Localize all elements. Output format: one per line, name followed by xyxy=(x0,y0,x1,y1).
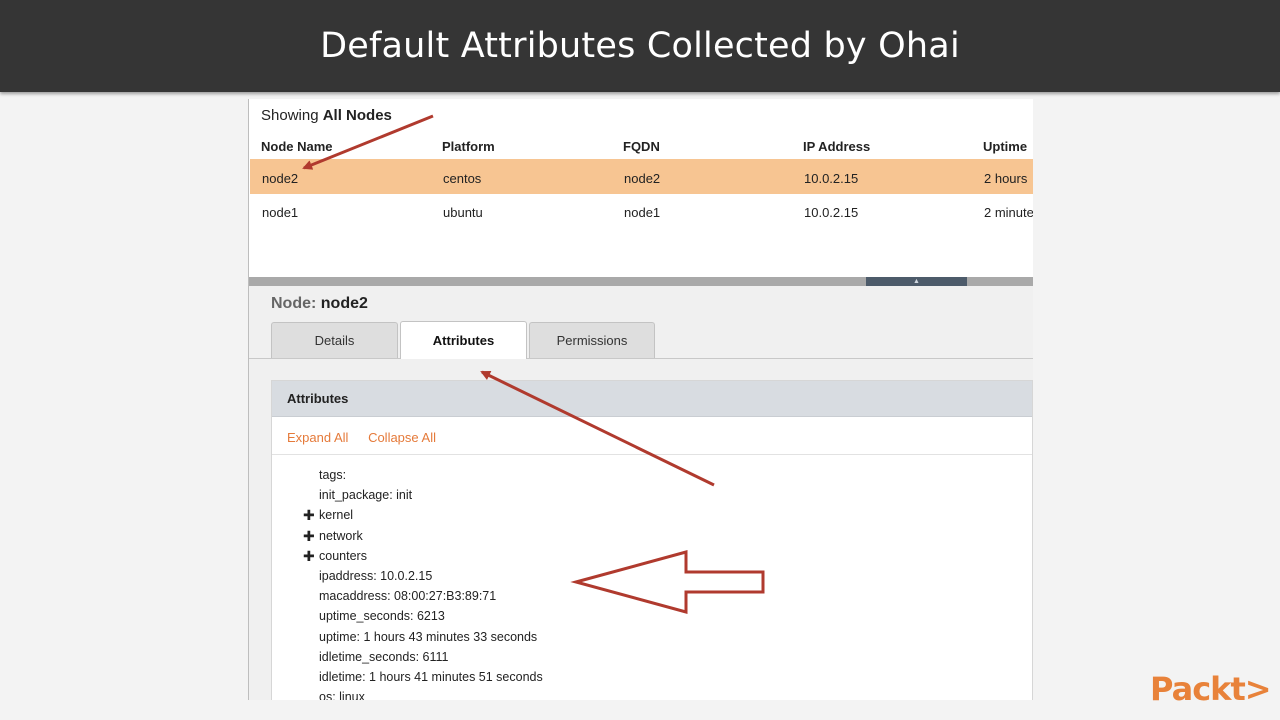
attribute-item: init_package: init xyxy=(319,488,413,503)
tab-details[interactable]: Details xyxy=(271,322,398,358)
column-header-ip-address[interactable]: IP Address xyxy=(803,139,870,154)
column-header-fqdn[interactable]: FQDN xyxy=(623,139,660,154)
attribute-item: idletime: 1 hours 41 minutes 51 seconds xyxy=(319,669,543,684)
node-row-ip: 10.0.2.15 xyxy=(804,171,859,186)
chef-manage-screenshot: Showing All Nodes Node Name Platform FQD… xyxy=(248,99,1033,700)
node-list-filter-value: All Nodes xyxy=(322,107,392,124)
node-row-fqdn: node1 xyxy=(624,205,661,220)
attribute-node-network[interactable]: ✚ network xyxy=(303,526,543,546)
attribute-item: ipaddress: 10.0.2.15 xyxy=(319,568,433,583)
attribute-item: uptime: 1 hours 43 minutes 33 seconds xyxy=(319,629,538,644)
attributes-panel-actions: Expand All Collapse All xyxy=(287,430,452,445)
node-title-name: node2 xyxy=(320,295,368,312)
tab-attributes[interactable]: Attributes xyxy=(400,321,527,359)
tab-baseline xyxy=(249,358,1033,359)
caret-up-icon: ▲ xyxy=(913,278,920,285)
column-header-platform[interactable]: Platform xyxy=(442,139,495,154)
attributes-panel-title: Attributes xyxy=(272,381,1032,417)
slide-title: Default Attributes Collected by Ohai xyxy=(320,26,960,66)
node-title: Node: node2 xyxy=(271,295,368,313)
divider xyxy=(272,454,1032,455)
attribute-node-kernel[interactable]: ✚ kernel xyxy=(303,505,543,525)
attribute-node-counters[interactable]: ✚ counters xyxy=(303,546,543,566)
attribute-item: os: linux xyxy=(319,690,365,700)
node-row-name[interactable]: node2 xyxy=(262,171,298,186)
column-header-uptime[interactable]: Uptime xyxy=(983,139,1027,154)
node-row-ip: 10.0.2.15 xyxy=(804,205,859,220)
node-title-label: Node: xyxy=(271,295,317,312)
slide-header: Default Attributes Collected by Ohai xyxy=(0,0,1280,92)
attribute-item: uptime_seconds: 6213 xyxy=(319,609,445,624)
node-row-uptime: 2 minutes xyxy=(984,205,1033,220)
attribute-item: idletime_seconds: 6111 xyxy=(319,649,449,664)
node-row-platform: centos xyxy=(443,171,482,186)
node-row-name[interactable]: node1 xyxy=(262,205,298,220)
splitter-handle[interactable]: ▲ xyxy=(866,277,967,286)
node-list-filter-label: Showing All Nodes xyxy=(261,107,392,124)
expand-plus-icon[interactable]: ✚ xyxy=(303,505,315,525)
collapse-all-link[interactable]: Collapse All xyxy=(368,430,436,445)
attribute-item: macaddress: 08:00:27:B3:89:71 xyxy=(319,589,497,604)
attributes-panel: Attributes Expand All Collapse All tags:… xyxy=(271,380,1033,700)
expand-plus-icon[interactable]: ✚ xyxy=(303,546,315,566)
node-row-uptime: 2 hours xyxy=(984,171,1028,186)
tab-permissions[interactable]: Permissions xyxy=(529,322,655,358)
expand-all-link[interactable]: Expand All xyxy=(287,430,348,445)
packt-logo: Packt> xyxy=(1150,670,1272,708)
node-row-platform: ubuntu xyxy=(443,205,483,220)
expand-plus-icon[interactable]: ✚ xyxy=(303,526,315,546)
column-header-node-name[interactable]: Node Name xyxy=(261,139,333,154)
node-row-fqdn: node2 xyxy=(624,171,661,186)
node-detail-pane: Node: node2 Details Attributes Permissio… xyxy=(249,286,1033,700)
attribute-item: tags: xyxy=(319,468,347,482)
attributes-tree: tags: init_package: init ✚ kernel ✚ netw… xyxy=(303,465,543,700)
